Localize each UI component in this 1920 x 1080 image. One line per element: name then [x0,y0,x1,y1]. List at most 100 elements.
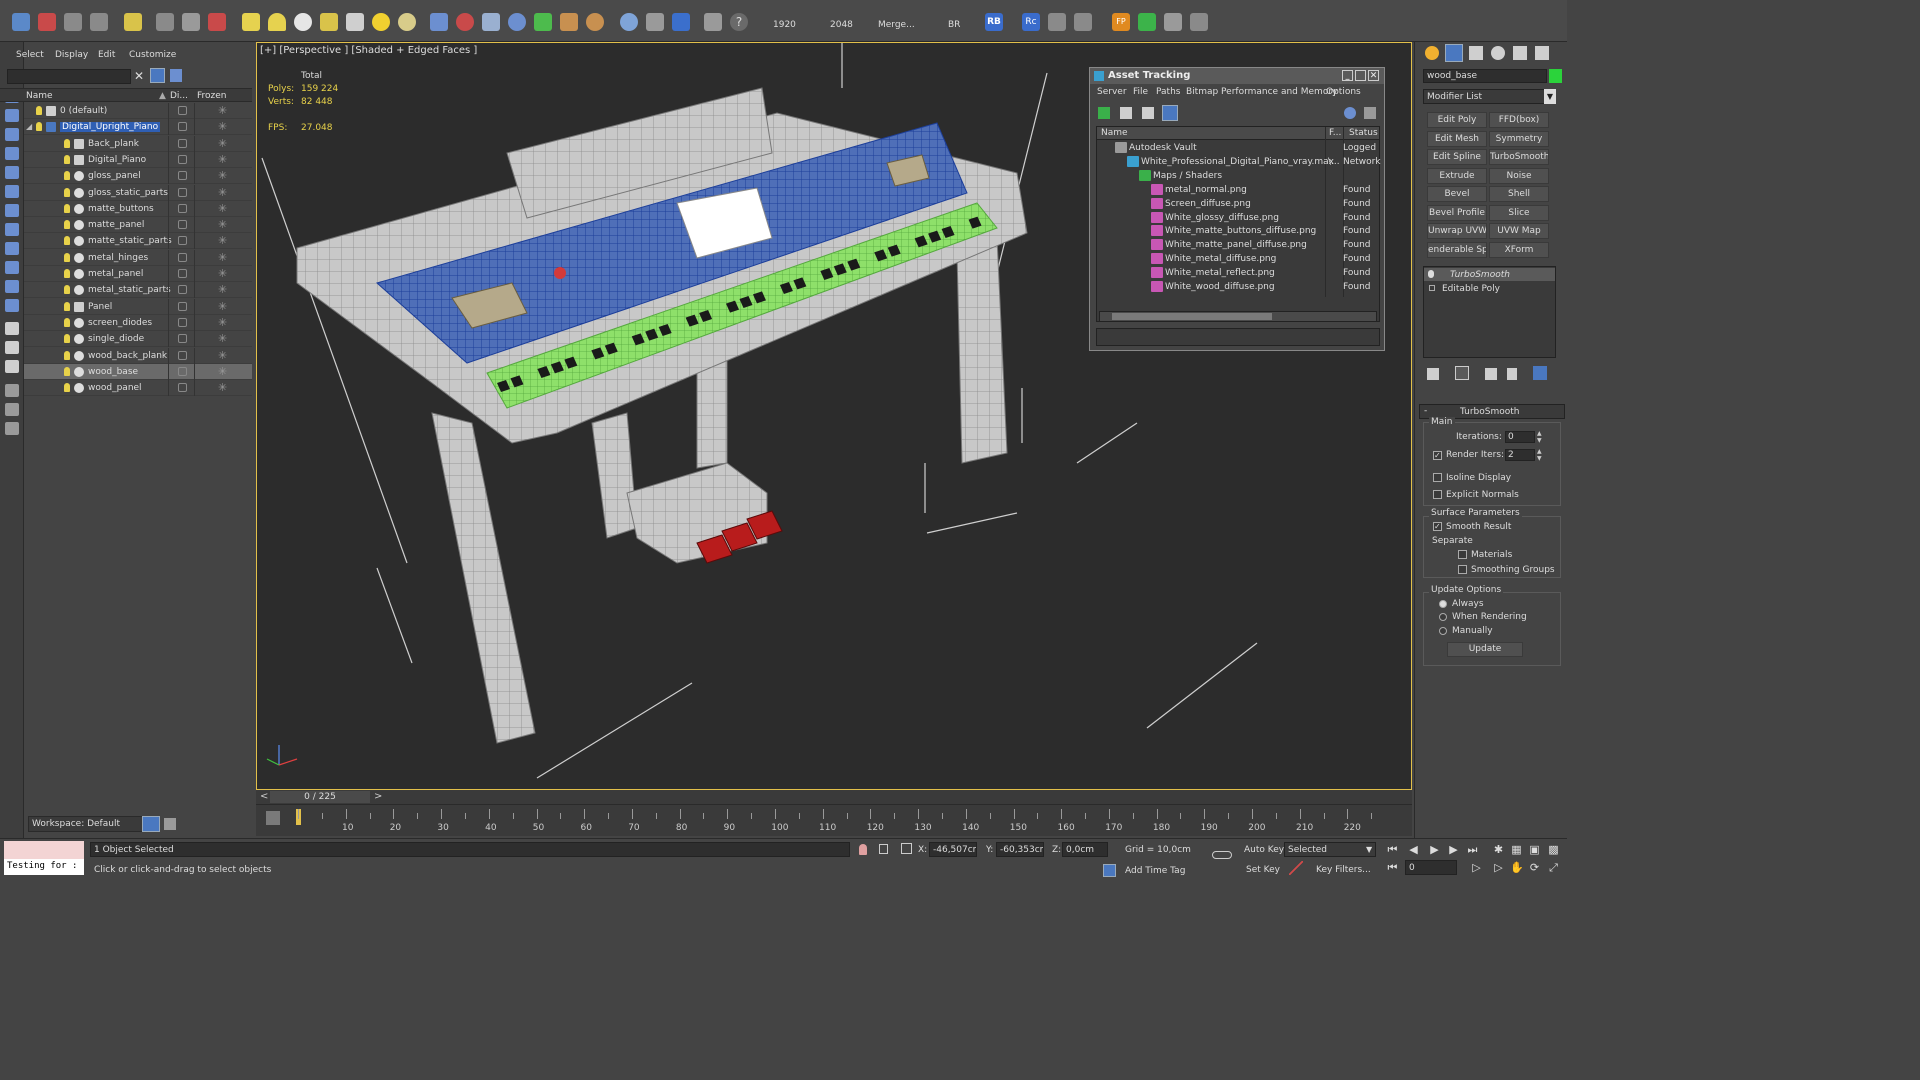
display-toggle-icon[interactable] [178,383,187,393]
particles-icon[interactable] [430,13,448,31]
utilities-tab-icon[interactable] [1535,46,1549,60]
table-view-icon[interactable] [1162,105,1178,121]
remove-modifier-icon[interactable] [1507,368,1517,380]
asset-row[interactable]: Autodesk Vault Logged [1097,141,1379,155]
column-display[interactable]: Di... [170,91,188,101]
frozen-icon[interactable] [5,261,19,274]
asset-path-field[interactable] [1096,328,1380,346]
helpers-icon[interactable] [5,204,19,217]
display-toggle-icon[interactable] [178,301,187,311]
tree-icon[interactable] [1138,13,1156,31]
time-tag-icon[interactable] [1103,864,1116,877]
freeze-toggle-icon[interactable]: ✳ [218,104,227,117]
geometry-icon[interactable] [5,128,19,141]
box-icon[interactable] [242,13,260,31]
freeze-toggle-icon[interactable]: ✳ [218,267,227,280]
isoline-checkbox[interactable] [1433,473,1442,482]
warps-icon[interactable] [5,223,19,236]
frame-icon[interactable] [646,13,664,31]
list-icon[interactable] [64,13,82,31]
freeze-toggle-icon[interactable]: ✳ [218,234,227,247]
scene-row[interactable]: matte_static_parts ✳ [24,233,252,250]
shapes-icon[interactable] [5,147,19,160]
modifier-button[interactable]: Edit Mesh [1427,130,1487,147]
modifier-button[interactable]: Bevel [1427,186,1487,202]
clear-search-icon[interactable]: ✕ [134,69,144,83]
column-status[interactable]: Status [1349,128,1378,138]
zoom-extents-icon[interactable]: ▣ [1528,843,1541,856]
z-coordinate[interactable]: 0,0cm [1062,842,1108,857]
hdr-icon[interactable] [560,13,578,31]
scene-row[interactable]: metal_static_parts ✳ [24,282,252,299]
visibility-bulb-icon[interactable] [64,187,70,197]
modifier-button[interactable]: Unwrap UVW [1427,223,1487,239]
asset-row[interactable]: metal_normal.png Found [1097,183,1379,197]
hierarchy-tab-icon[interactable] [1469,46,1483,60]
globe-icon[interactable] [508,13,526,31]
scene-row[interactable]: Back_plank ✳ [24,135,252,152]
render-iters-spinner[interactable]: 2 [1505,449,1535,461]
show-end-result-icon[interactable] [1455,366,1469,380]
freeze-toggle-icon[interactable]: ✳ [218,137,227,150]
freeze-toggle-icon[interactable]: ✳ [218,316,227,329]
display-toggle-icon[interactable] [178,138,187,148]
menu-paths[interactable]: Paths [1156,87,1180,97]
asset-row[interactable]: White_matte_buttons_diffuse.png Found [1097,224,1379,238]
freeze-toggle-icon[interactable]: ✳ [218,153,227,166]
render-height[interactable]: 2048 [830,20,853,30]
pin-stack-icon[interactable] [1427,368,1439,380]
scene-row[interactable]: screen_diodes ✳ [24,314,252,331]
fp-button[interactable]: FP [1112,13,1130,31]
filter-icon[interactable] [5,384,19,397]
visibility-bulb-icon[interactable] [64,269,70,278]
display-toggle-icon[interactable] [178,106,187,115]
frame-counter[interactable]: 0 / 225 [270,791,370,803]
stack-item-editable-poly[interactable]: Editable Poly [1424,282,1555,295]
scene-row[interactable]: gloss_static_parts ✳ [24,184,252,201]
modifier-button[interactable]: Noise [1489,167,1549,184]
modifier-list-dropdown[interactable]: Modifier List [1423,89,1556,104]
y-coordinate[interactable]: -60,353cm [996,842,1044,857]
stack-item-turbosmooth[interactable]: TurboSmooth [1424,268,1555,281]
visibility-bulb-icon[interactable] [64,220,70,230]
visibility-bulb-icon[interactable] [64,383,70,393]
isolate-icon[interactable] [859,844,867,855]
go-to-end-icon[interactable]: ⏭ [1466,843,1479,856]
freeze-toggle-icon[interactable]: ✳ [218,283,227,296]
current-frame-field[interactable]: 0 [1405,860,1457,875]
vfb-icon[interactable] [672,13,690,31]
visibility-bulb-icon[interactable] [36,106,42,115]
maxscript-listener-pink[interactable] [4,841,84,859]
track-bar[interactable]: 10 20 30 40 50 60 70 80 90 100 110 120 130 140 150 160 1… [256,804,1412,836]
workspace-dropdown[interactable]: Workspace: Default [28,816,154,832]
when-rendering-radio[interactable] [1439,613,1447,621]
modifier-button[interactable]: TurboSmooth [1489,149,1549,165]
freeze-toggle-icon[interactable]: ✳ [218,169,227,182]
env-sphere-icon[interactable] [620,13,638,31]
maximize-viewport-icon[interactable]: ⤢ [1547,861,1560,874]
visibility-bulb-icon[interactable] [64,317,70,327]
layers-toggle-icon[interactable] [142,816,160,832]
scene-row[interactable]: wood_panel ✳ [24,380,252,397]
display-toggle-icon[interactable] [178,252,187,262]
visibility-bulb-icon[interactable] [64,138,70,148]
object-color-swatch[interactable] [1549,69,1562,83]
tools-icon[interactable] [1048,13,1066,31]
freeze-toggle-icon[interactable]: ✳ [218,349,227,362]
visibility-bulb-icon[interactable] [64,203,70,213]
display-icon[interactable] [5,109,19,122]
maximize-icon[interactable] [1355,70,1366,81]
expand-arrow-icon[interactable]: ◢ [26,122,32,131]
sphere-icon[interactable] [294,13,312,31]
containers-icon[interactable] [5,299,19,312]
key-mode-icon[interactable]: ⏮ [1386,861,1399,874]
freeze-toggle-icon[interactable]: ✳ [218,218,227,231]
menu-display[interactable]: Display [55,50,88,60]
scene-row[interactable]: matte_buttons ✳ [24,200,252,217]
lights-icon[interactable] [5,166,19,179]
scene-row[interactable]: matte_panel ✳ [24,217,252,234]
doc2-icon[interactable] [5,360,19,373]
auto-key-button[interactable]: Auto Key [1244,845,1284,855]
always-radio[interactable] [1439,600,1447,608]
scene-row[interactable]: wood_base ✳ [24,363,252,380]
